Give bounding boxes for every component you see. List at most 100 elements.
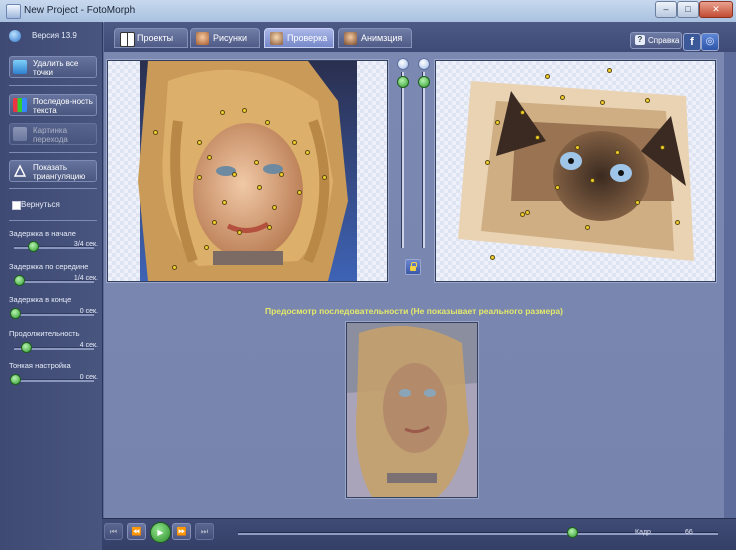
start-delay-thumb[interactable] <box>28 241 39 252</box>
tab-pictures[interactable]: Рисунки <box>190 28 260 48</box>
help-label: Справка <box>648 36 680 45</box>
morph-point[interactable] <box>521 111 524 114</box>
tab-check-label: Проверка <box>287 33 328 43</box>
info-icon <box>9 30 21 42</box>
morph-point[interactable] <box>526 211 529 214</box>
morph-point[interactable] <box>213 221 216 224</box>
morph-point[interactable] <box>676 221 679 224</box>
globe-icon[interactable]: ◎ <box>701 33 719 51</box>
morph-point[interactable] <box>268 226 271 229</box>
minimize-button[interactable]: – <box>655 1 677 18</box>
return-checkbox[interactable] <box>12 201 21 210</box>
morph-point[interactable] <box>198 176 201 179</box>
morph-point[interactable] <box>591 179 594 182</box>
fine-tune-thumb[interactable] <box>10 374 21 385</box>
morph-point[interactable] <box>293 141 296 144</box>
right-zoom-thumb[interactable] <box>418 76 430 88</box>
facebook-icon[interactable]: f <box>683 33 701 51</box>
duration-thumb[interactable] <box>20 342 32 353</box>
morph-point[interactable] <box>601 101 604 104</box>
close-button[interactable]: ✕ <box>699 1 733 18</box>
morph-point[interactable] <box>521 213 524 216</box>
separator <box>9 152 97 153</box>
morph-point[interactable] <box>280 173 283 176</box>
morph-point[interactable] <box>556 186 559 189</box>
fine-tune-value: 0 сек. <box>79 374 98 381</box>
tab-animation[interactable]: Анимзция <box>338 28 412 48</box>
middle-delay-thumb[interactable] <box>13 275 25 286</box>
sequence-text-label: Последов-ность текста <box>33 97 93 115</box>
left-zoom-thumb[interactable] <box>397 76 409 88</box>
lock-icon[interactable] <box>405 259 421 275</box>
show-triangulation-label: Показать триангуляцию <box>33 163 86 181</box>
left-zoom-slider[interactable] <box>401 72 404 248</box>
morph-point[interactable] <box>646 99 649 102</box>
tab-projects[interactable]: Проекты <box>114 28 188 48</box>
zoom-right-icon[interactable] <box>418 58 430 70</box>
morph-point[interactable] <box>273 206 276 209</box>
delete-points-icon <box>13 60 27 74</box>
delete-all-points-label: Удалить все точки <box>33 59 79 77</box>
go-to-start-button[interactable]: ⏮ <box>104 523 123 540</box>
help-button[interactable]: ? Справка <box>630 32 682 49</box>
transition-picture-label: Картинка перехода <box>33 126 68 144</box>
morph-point[interactable] <box>198 141 201 144</box>
morph-point[interactable] <box>258 186 261 189</box>
tab-check[interactable]: Проверка <box>264 28 334 48</box>
check-icon <box>270 32 283 45</box>
delete-all-points-button[interactable]: Удалить все точки <box>9 56 97 78</box>
morph-point[interactable] <box>616 151 619 154</box>
end-image-frame[interactable] <box>435 60 716 282</box>
morph-point[interactable] <box>255 161 258 164</box>
play-button[interactable]: ▶ <box>150 522 171 543</box>
maximize-button[interactable]: □ <box>677 1 699 18</box>
end-delay-thumb[interactable] <box>10 308 21 319</box>
morph-point[interactable] <box>154 131 157 134</box>
animation-icon <box>344 32 357 45</box>
right-zoom-slider[interactable] <box>422 72 425 248</box>
morph-point[interactable] <box>266 121 269 124</box>
sequence-text-button[interactable]: Последов-ность текста <box>9 94 97 116</box>
morph-point[interactable] <box>546 75 549 78</box>
show-triangulation-button[interactable]: Показать триангуляцию <box>9 160 97 182</box>
start-delay-value: 3/4 сек. <box>73 241 98 248</box>
morph-point[interactable] <box>205 246 208 249</box>
start-image-frame[interactable] <box>107 60 388 282</box>
left-panel: Версия 13.9 Удалить все точки Последов-н… <box>0 22 103 550</box>
morph-point[interactable] <box>661 146 664 149</box>
preview-label: Предосмотр последовательности (Не показы… <box>264 306 563 316</box>
morph-point[interactable] <box>608 69 611 72</box>
slider-label-fine-tune: Тонкая настройка <box>9 361 71 370</box>
morph-point[interactable] <box>173 266 176 269</box>
morph-point[interactable] <box>636 201 639 204</box>
step-forward-button[interactable]: ⏩ <box>172 523 191 540</box>
go-to-end-button[interactable]: ⏭ <box>195 523 214 540</box>
transition-picture-icon <box>13 127 27 141</box>
morph-point[interactable] <box>306 151 309 154</box>
morph-point[interactable] <box>238 231 241 234</box>
morph-point[interactable] <box>576 146 579 149</box>
morph-point[interactable] <box>323 176 326 179</box>
triangle-icon <box>13 164 27 178</box>
morph-point[interactable] <box>233 173 236 176</box>
end-delay-value: 0 сек. <box>79 308 98 315</box>
morph-point[interactable] <box>223 201 226 204</box>
morph-point[interactable] <box>486 161 489 164</box>
morph-point[interactable] <box>496 121 499 124</box>
morph-point[interactable] <box>298 191 301 194</box>
separator <box>9 220 97 221</box>
morph-point[interactable] <box>561 96 564 99</box>
morph-point[interactable] <box>243 109 246 112</box>
morph-point[interactable] <box>491 256 494 259</box>
morph-point[interactable] <box>586 226 589 229</box>
timeline-thumb[interactable] <box>567 527 578 538</box>
preview-image <box>347 323 477 497</box>
transition-picture-button[interactable]: Картинка перехода <box>9 123 97 145</box>
middle-delay-value: 1/4 сек. <box>73 275 98 282</box>
morph-point[interactable] <box>536 136 539 139</box>
morph-point[interactable] <box>208 156 211 159</box>
zoom-left-icon[interactable] <box>397 58 409 70</box>
step-back-button[interactable]: ⏪ <box>127 523 146 540</box>
morph-point[interactable] <box>221 111 224 114</box>
app-icon <box>6 4 21 19</box>
